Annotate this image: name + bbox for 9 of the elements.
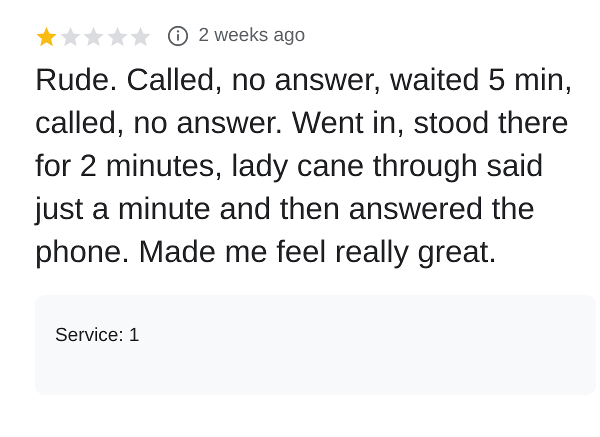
review-text: Rude. Called, no answer, waited 5 min, called, no answer. Went in, stood there for 2 minutes, lady cane through said just a minute and then answered the phone. Made me feel really great. <box>35 61 574 271</box>
star-icon <box>82 24 105 48</box>
star-icon <box>58 24 82 48</box>
star-icon <box>35 24 58 48</box>
review-date: 2 weeks ago <box>198 25 306 47</box>
info-icon[interactable] <box>166 25 188 47</box>
star-icon <box>129 24 152 48</box>
rating-text: Service: 1 <box>55 325 140 347</box>
star-icon <box>106 24 128 48</box>
